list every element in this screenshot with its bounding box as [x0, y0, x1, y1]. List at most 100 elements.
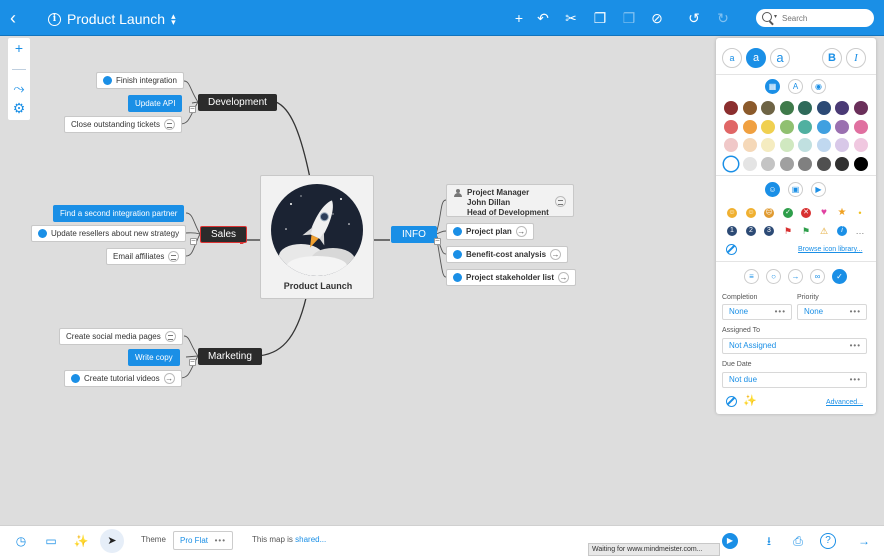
collapse-minus-icon[interactable]: – — [190, 237, 197, 245]
remove-icon-ban-icon[interactable] — [726, 244, 737, 255]
font-size-medium-button[interactable]: a — [746, 48, 766, 68]
collapse-minus-icon[interactable]: – — [189, 105, 196, 113]
magic-wand-icon[interactable]: ✨ — [743, 394, 757, 407]
color-swatch[interactable] — [724, 101, 738, 115]
topic-benefit-cost-analysis[interactable]: Benefit-cost analysis → — [446, 246, 569, 263]
topic-development[interactable]: Development — [198, 94, 277, 111]
collapse-minus-icon[interactable]: – — [434, 237, 441, 245]
priority-3-icon[interactable]: 3 — [764, 226, 774, 236]
topic-marketing[interactable]: Marketing — [198, 348, 262, 365]
lightbulb-icon[interactable]: • — [855, 208, 865, 218]
color-swatch[interactable] — [853, 156, 868, 171]
color-swatch[interactable] — [816, 138, 831, 152]
color-swatch[interactable] — [724, 138, 738, 152]
topic-project-manager[interactable]: Project Manager John Dillan Head of Deve… — [446, 184, 574, 217]
topic-create-tutorial-videos[interactable]: Create tutorial videos → — [64, 370, 182, 387]
color-swatch[interactable] — [761, 101, 775, 115]
task-list-icon[interactable]: ≡ — [744, 269, 759, 284]
color-swatch[interactable] — [835, 119, 849, 134]
play-presentation-icon[interactable]: ▶ — [722, 533, 738, 549]
magic-wand-icon[interactable]: ✨ — [73, 533, 89, 549]
note-icon[interactable] — [168, 251, 180, 262]
browse-icon-library-link[interactable]: Browse icon library... — [798, 246, 862, 253]
topic-project-stakeholder-list[interactable]: Project stakeholder list → — [446, 269, 577, 286]
note-icon[interactable] — [163, 119, 175, 130]
topic-update-resellers[interactable]: Update resellers about new strategy — [31, 225, 187, 242]
attachment-link-icon[interactable]: ∞ — [810, 269, 825, 284]
link-arrow-icon[interactable]: → — [163, 373, 175, 384]
advanced-link[interactable]: Advanced... — [826, 399, 863, 406]
help-icon[interactable]: ? — [820, 533, 836, 549]
color-swatch[interactable] — [798, 101, 812, 115]
color-swatch[interactable] — [724, 119, 738, 134]
red-flag-icon[interactable]: ⚑ — [783, 226, 793, 236]
color-swatch[interactable] — [724, 156, 738, 171]
color-swatch[interactable] — [816, 119, 831, 134]
sad-face-icon[interactable]: ☹ — [764, 208, 774, 218]
color-swatch[interactable] — [742, 101, 757, 115]
font-size-large-button[interactable]: a — [770, 48, 790, 68]
information-icon[interactable]: i — [837, 226, 847, 236]
topic-find-integration-partner[interactable]: Find a second integration partner — [53, 205, 185, 222]
presentation-monitor-icon[interactable]: ▭ — [43, 533, 59, 549]
color-swatch[interactable] — [835, 156, 849, 171]
star-icon[interactable]: ★ — [837, 208, 847, 218]
color-swatch[interactable] — [798, 119, 812, 134]
link-arrow-tab-icon[interactable]: → — [788, 269, 803, 284]
priority-2-icon[interactable]: 2 — [746, 226, 756, 236]
smiley-icon[interactable]: ☺ — [727, 208, 737, 218]
central-topic[interactable]: Product Launch — [260, 175, 374, 299]
download-icon[interactable]: ⭳ — [761, 533, 777, 549]
color-swatch[interactable] — [835, 101, 849, 115]
color-swatch[interactable] — [853, 138, 868, 152]
color-swatch[interactable] — [779, 119, 794, 134]
color-swatch[interactable] — [742, 156, 757, 171]
visibility-eye-icon[interactable]: ◉ — [811, 79, 826, 94]
color-swatch[interactable] — [816, 156, 831, 171]
priority-select[interactable]: None ••• — [797, 304, 867, 320]
theme-select[interactable]: Pro Flat ••• — [173, 531, 233, 550]
pointer-cursor-icon[interactable]: ➤ — [100, 529, 124, 553]
emoji-icon-tab[interactable]: ☺ — [765, 182, 780, 197]
topic-write-copy[interactable]: Write copy — [128, 349, 180, 366]
bold-button[interactable]: B — [822, 48, 842, 68]
color-swatch[interactable] — [761, 156, 775, 171]
color-swatch[interactable] — [761, 119, 775, 134]
note-icon[interactable] — [164, 331, 176, 342]
shared-link[interactable]: shared... — [295, 535, 326, 544]
history-clock-icon[interactable]: ◷ — [13, 533, 29, 549]
color-swatch[interactable] — [779, 156, 794, 171]
topic-sales[interactable]: Sales — [200, 226, 248, 243]
color-swatch[interactable] — [742, 119, 757, 134]
topic-create-social-media-pages[interactable]: Create social media pages — [59, 328, 183, 345]
more-dots-icon[interactable]: … — [855, 226, 865, 236]
heart-icon[interactable]: ♥ — [819, 208, 829, 218]
color-swatch[interactable] — [798, 156, 812, 171]
link-arrow-icon[interactable]: → — [515, 226, 527, 237]
note-icon[interactable] — [555, 196, 566, 207]
due-date-select[interactable]: Not due ••• — [722, 372, 867, 388]
font-size-small-button[interactable]: a — [722, 48, 742, 68]
task-check-icon[interactable]: ✓ — [832, 269, 847, 284]
video-icon-tab[interactable]: ▶ — [811, 182, 826, 197]
clear-task-ban-icon[interactable] — [726, 396, 737, 407]
assigned-to-select[interactable]: Not Assigned ••• — [722, 338, 867, 354]
warning-icon[interactable]: ⚠ — [819, 226, 829, 236]
link-arrow-icon[interactable]: → — [550, 249, 562, 260]
topic-project-plan[interactable]: Project plan → — [446, 223, 534, 240]
print-icon[interactable]: ⎙ — [790, 533, 806, 549]
priority-1-icon[interactable]: 1 — [727, 226, 737, 236]
color-swatch[interactable] — [779, 138, 794, 152]
topic-info[interactable]: INFO — [391, 226, 437, 243]
exit-door-icon[interactable]: → — [856, 533, 872, 549]
topic-update-api[interactable]: Update API — [128, 95, 183, 112]
color-swatch[interactable] — [779, 101, 794, 115]
image-icon-tab[interactable]: ▣ — [788, 182, 803, 197]
color-swatch[interactable] — [742, 138, 757, 152]
color-swatch[interactable] — [835, 138, 849, 152]
topic-finish-integration[interactable]: Finish integration — [96, 72, 184, 89]
color-swatch[interactable] — [761, 138, 775, 152]
completion-select[interactable]: None ••• — [722, 304, 792, 320]
topic-close-outstanding-tickets[interactable]: Close outstanding tickets — [64, 116, 182, 133]
collapse-minus-icon[interactable]: – — [189, 358, 196, 366]
